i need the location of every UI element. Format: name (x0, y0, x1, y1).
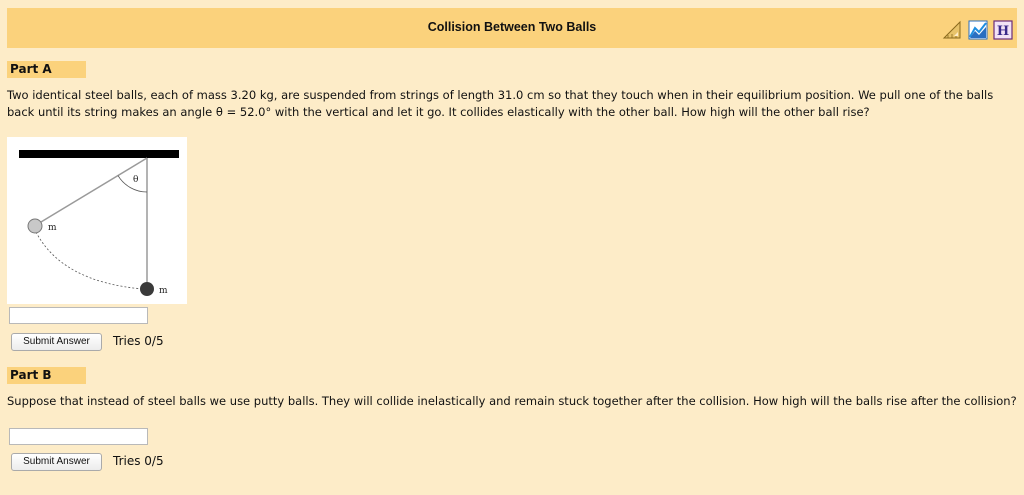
part-b-answer-input[interactable] (9, 428, 148, 445)
ruler-triangle-icon[interactable] (942, 20, 962, 40)
part-a-tries: Tries 0/5 (113, 334, 164, 348)
svg-text:H: H (997, 24, 1009, 39)
graph-icon[interactable] (968, 20, 988, 40)
part-a-question: Two identical steel balls, each of mass … (7, 88, 994, 119)
part-a-header: Part A (7, 61, 86, 78)
page-title: Collision Between Two Balls (427, 20, 597, 34)
hint-icon[interactable]: H (993, 20, 1013, 40)
part-b-submit-button[interactable]: Submit Answer (11, 453, 102, 471)
part-b-question: Suppose that instead of steel balls we u… (7, 394, 1017, 408)
angle-label: θ (133, 175, 138, 185)
part-a-submit-button[interactable]: Submit Answer (11, 333, 102, 351)
mass-label-right: m (159, 286, 168, 296)
part-a-answer-input[interactable] (9, 307, 148, 324)
part-b-header: Part B (7, 367, 86, 384)
title-bar: Collision Between Two Balls H (7, 8, 1017, 48)
mass-label-left: m (48, 223, 57, 233)
pendulum-figure: θ m m (7, 137, 187, 304)
part-b-tries: Tries 0/5 (113, 454, 164, 468)
